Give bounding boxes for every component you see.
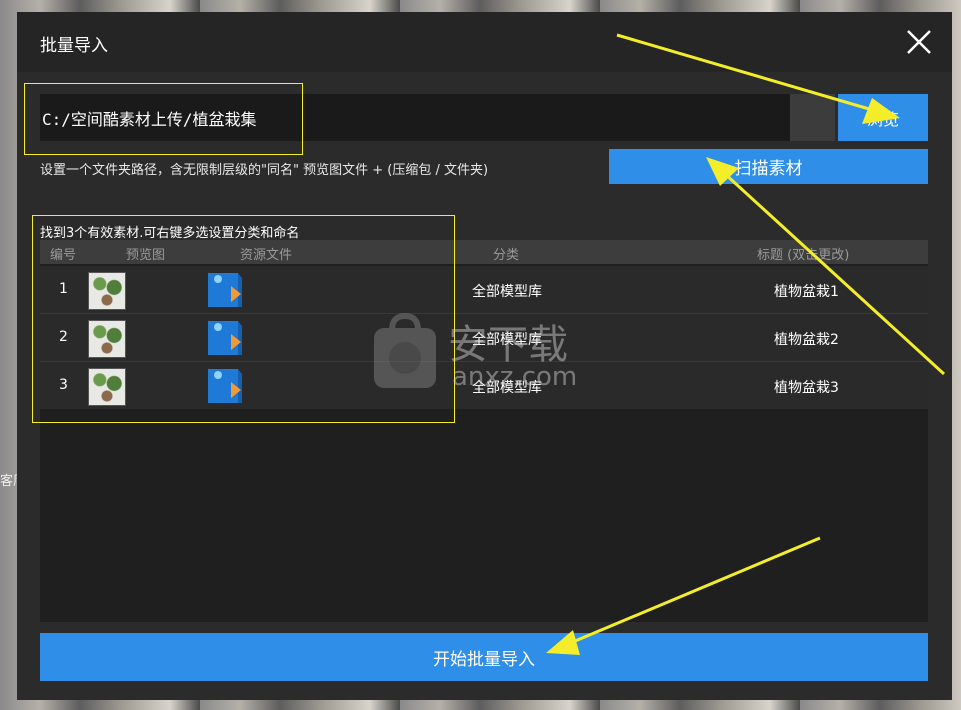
table-row[interactable]: 1 全部模型库 植物盆栽1 [40, 266, 928, 313]
plant-thumbnail [88, 368, 126, 406]
close-icon[interactable] [905, 28, 933, 56]
file-icon [208, 369, 242, 403]
row-index: 1 [59, 281, 68, 297]
assets-table: 编号 预览图 资源文件 分类 标题 (双击更改) 1 全部模型库 植物盆栽1 2 [40, 240, 928, 622]
column-title: 标题 (双击更改) [757, 248, 850, 263]
row-title[interactable]: 植物盆栽3 [774, 377, 839, 397]
table-row[interactable]: 3 全部模型库 植物盆栽3 [40, 362, 928, 409]
row-category: 全部模型库 [472, 332, 542, 348]
path-hint: 设置一个文件夹路径，含无限制层级的"同名" 预览图文件 + (压缩包 / 文件夹… [40, 163, 489, 178]
row-title[interactable]: 植物盆栽2 [774, 329, 839, 349]
row-category: 全部模型库 [472, 284, 542, 300]
scan-assets-button[interactable]: 扫描素材 [609, 149, 928, 184]
row-category: 全部模型库 [472, 380, 542, 396]
title-bar: 批量导入 [17, 12, 952, 72]
row-index: 3 [59, 377, 68, 393]
column-resource: 资源文件 [240, 248, 293, 263]
dialog-title: 批量导入 [40, 36, 108, 56]
row-index: 2 [59, 329, 68, 345]
row-title[interactable]: 植物盆栽1 [774, 281, 839, 301]
browse-button[interactable]: 浏览 [838, 94, 928, 141]
path-input-end [790, 94, 835, 141]
table-header: 编号 预览图 资源文件 分类 标题 (双击更改) [40, 240, 928, 264]
folder-path-input[interactable] [40, 94, 790, 141]
plant-thumbnail [88, 320, 126, 358]
table-row[interactable]: 2 全部模型库 植物盆栽2 [40, 314, 928, 361]
file-icon [208, 273, 242, 307]
column-category: 分类 [493, 248, 520, 263]
column-index: 编号 [50, 248, 77, 263]
found-assets-label: 找到3个有效素材.可右键多选设置分类和命名 [40, 226, 300, 241]
file-icon [208, 321, 242, 355]
plant-thumbnail [88, 272, 126, 310]
start-batch-import-button[interactable]: 开始批量导入 [40, 633, 928, 681]
column-preview: 预览图 [126, 248, 166, 263]
path-row [40, 94, 835, 141]
batch-import-dialog: 批量导入 浏览 设置一个文件夹路径，含无限制层级的"同名" 预览图文件 + (压… [17, 12, 952, 700]
